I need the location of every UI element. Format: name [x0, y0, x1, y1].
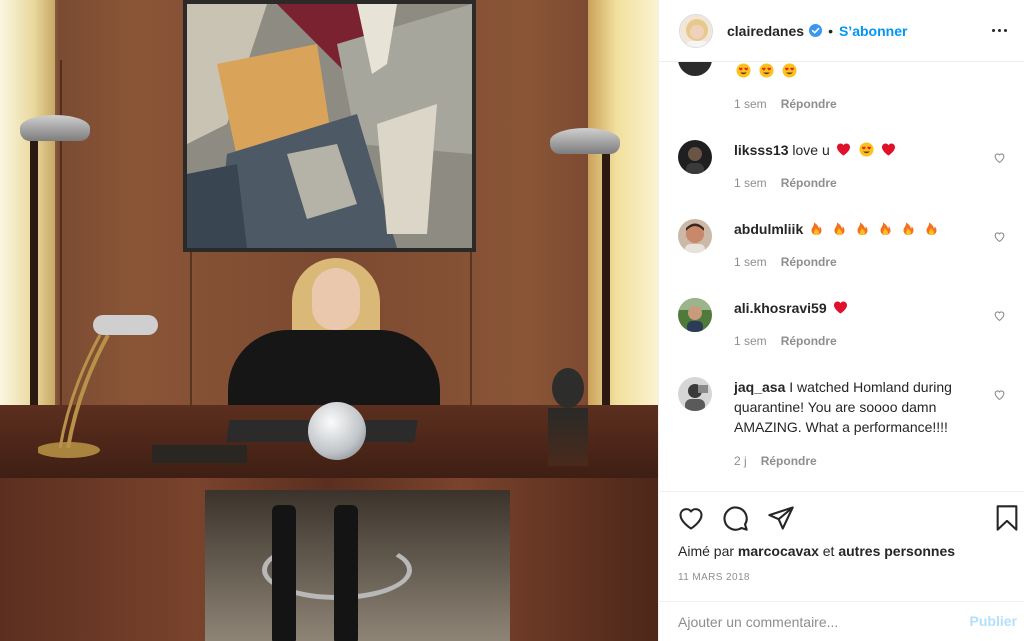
more-options-icon[interactable]: [987, 19, 1011, 43]
commenter-avatar[interactable]: [678, 140, 712, 174]
post-comment-button[interactable]: Publier: [970, 613, 1017, 629]
heart-eyes-emoji: [736, 63, 751, 78]
photo-curtain-right: [588, 0, 658, 430]
like-comment-icon[interactable]: [993, 230, 1006, 243]
photo-desk-lamp: [38, 315, 158, 458]
photo-wall-seam: [190, 250, 192, 420]
heart-eyes-emoji: [759, 63, 774, 78]
photo-floor-lamp-shade-right: [550, 128, 620, 154]
commenter-avatar[interactable]: [678, 62, 712, 76]
follow-button[interactable]: S’abonner: [839, 23, 907, 39]
fire-emoji: [924, 221, 939, 236]
comment-text: jaq_asa I watched Homland during quarant…: [734, 377, 984, 437]
reply-button[interactable]: Répondre: [761, 454, 817, 468]
commenter-avatar[interactable]: [678, 298, 712, 332]
fire-emoji: [901, 221, 916, 236]
photo-person-face: [312, 268, 360, 330]
reply-button[interactable]: Répondre: [781, 334, 837, 348]
post-side-panel: clairedanes • S’abonner 1 sem Répondre l…: [658, 0, 1024, 641]
reply-button[interactable]: Répondre: [781, 97, 837, 111]
comment-meta: 1 sem Répondre: [734, 255, 837, 269]
heart-eyes-emoji: [782, 63, 797, 78]
red-heart-emoji: [833, 300, 848, 315]
liked-by-others[interactable]: autres personnes: [838, 543, 955, 559]
commenter-username[interactable]: abdulmliik: [734, 221, 803, 237]
photo-wall-seam: [470, 250, 472, 420]
fire-emoji: [809, 221, 824, 236]
comment-text: liksss13 love u: [734, 140, 984, 160]
comment-input[interactable]: [678, 612, 948, 632]
likes-conjunction: et: [822, 543, 835, 559]
red-heart-emoji: [881, 142, 896, 157]
like-comment-icon[interactable]: [993, 388, 1006, 401]
comment-age: 1 sem: [734, 334, 767, 348]
photo-pen-tray: [152, 445, 247, 463]
comment-age: 2 j: [734, 454, 747, 468]
comment-meta: 1 sem Répondre: [734, 97, 837, 111]
fire-emoji: [855, 221, 870, 236]
comment-text: abdulmliik: [734, 219, 984, 239]
post-photo[interactable]: [0, 0, 658, 641]
post-date[interactable]: 11 MARS 2018: [678, 572, 750, 583]
reply-button[interactable]: Répondre: [781, 176, 837, 190]
fire-emoji: [832, 221, 847, 236]
photo-painting: [183, 0, 476, 252]
comment-age: 1 sem: [734, 255, 767, 269]
photo-person-leg: [334, 505, 358, 641]
photo-floor-lamp-shade-left: [20, 115, 90, 141]
comment-age: 1 sem: [734, 97, 767, 111]
comment-meta: 1 sem Répondre: [734, 334, 837, 348]
photo-floor-lamp-left: [30, 140, 38, 440]
comment-age: 1 sem: [734, 176, 767, 190]
comment-body: love u: [792, 142, 830, 158]
photo-person-leg: [272, 505, 296, 641]
comments-list[interactable]: 1 sem Répondre liksss13 love u 1 sem Répon…: [659, 62, 1024, 491]
heart-icon[interactable]: [677, 504, 705, 532]
commenter-username[interactable]: jaq_asa: [734, 379, 785, 395]
post-header: clairedanes • S’abonner: [659, 0, 1024, 62]
commenter-username[interactable]: liksss13: [734, 142, 789, 158]
red-heart-emoji: [836, 142, 851, 157]
photo-crystal-clock: [308, 402, 366, 460]
add-comment-bar: Publier: [659, 601, 1024, 641]
likes-prefix: Aimé par: [678, 543, 735, 559]
photo-floor-lamp-right: [602, 150, 610, 430]
comment-text: [734, 62, 984, 81]
post-actions: Aimé par marcocavax et autres personnes …: [659, 491, 1024, 601]
bookmark-icon[interactable]: [993, 504, 1021, 532]
share-icon[interactable]: [767, 504, 795, 532]
author-username[interactable]: clairedanes: [727, 23, 804, 39]
like-comment-icon[interactable]: [993, 309, 1006, 322]
fire-emoji: [878, 221, 893, 236]
likes-summary: Aimé par marcocavax et autres personnes: [678, 543, 955, 559]
comment-meta: 1 sem Répondre: [734, 176, 837, 190]
author-avatar[interactable]: [679, 13, 713, 48]
comment-text: ali.khosravi59: [734, 298, 984, 318]
like-comment-icon[interactable]: [993, 151, 1006, 164]
commenter-avatar[interactable]: [678, 219, 712, 253]
heart-eyes-emoji: [859, 142, 874, 157]
liked-by-user[interactable]: marcocavax: [738, 543, 819, 559]
photo-bust-statue: [548, 368, 588, 468]
commenter-username[interactable]: ali.khosravi59: [734, 300, 827, 316]
commenter-avatar[interactable]: [678, 377, 712, 411]
comment-icon[interactable]: [721, 504, 749, 532]
verified-badge-icon: [809, 24, 823, 37]
comment-meta: 2 j Répondre: [734, 454, 817, 468]
header-separator: •: [828, 22, 833, 39]
reply-button[interactable]: Répondre: [781, 255, 837, 269]
